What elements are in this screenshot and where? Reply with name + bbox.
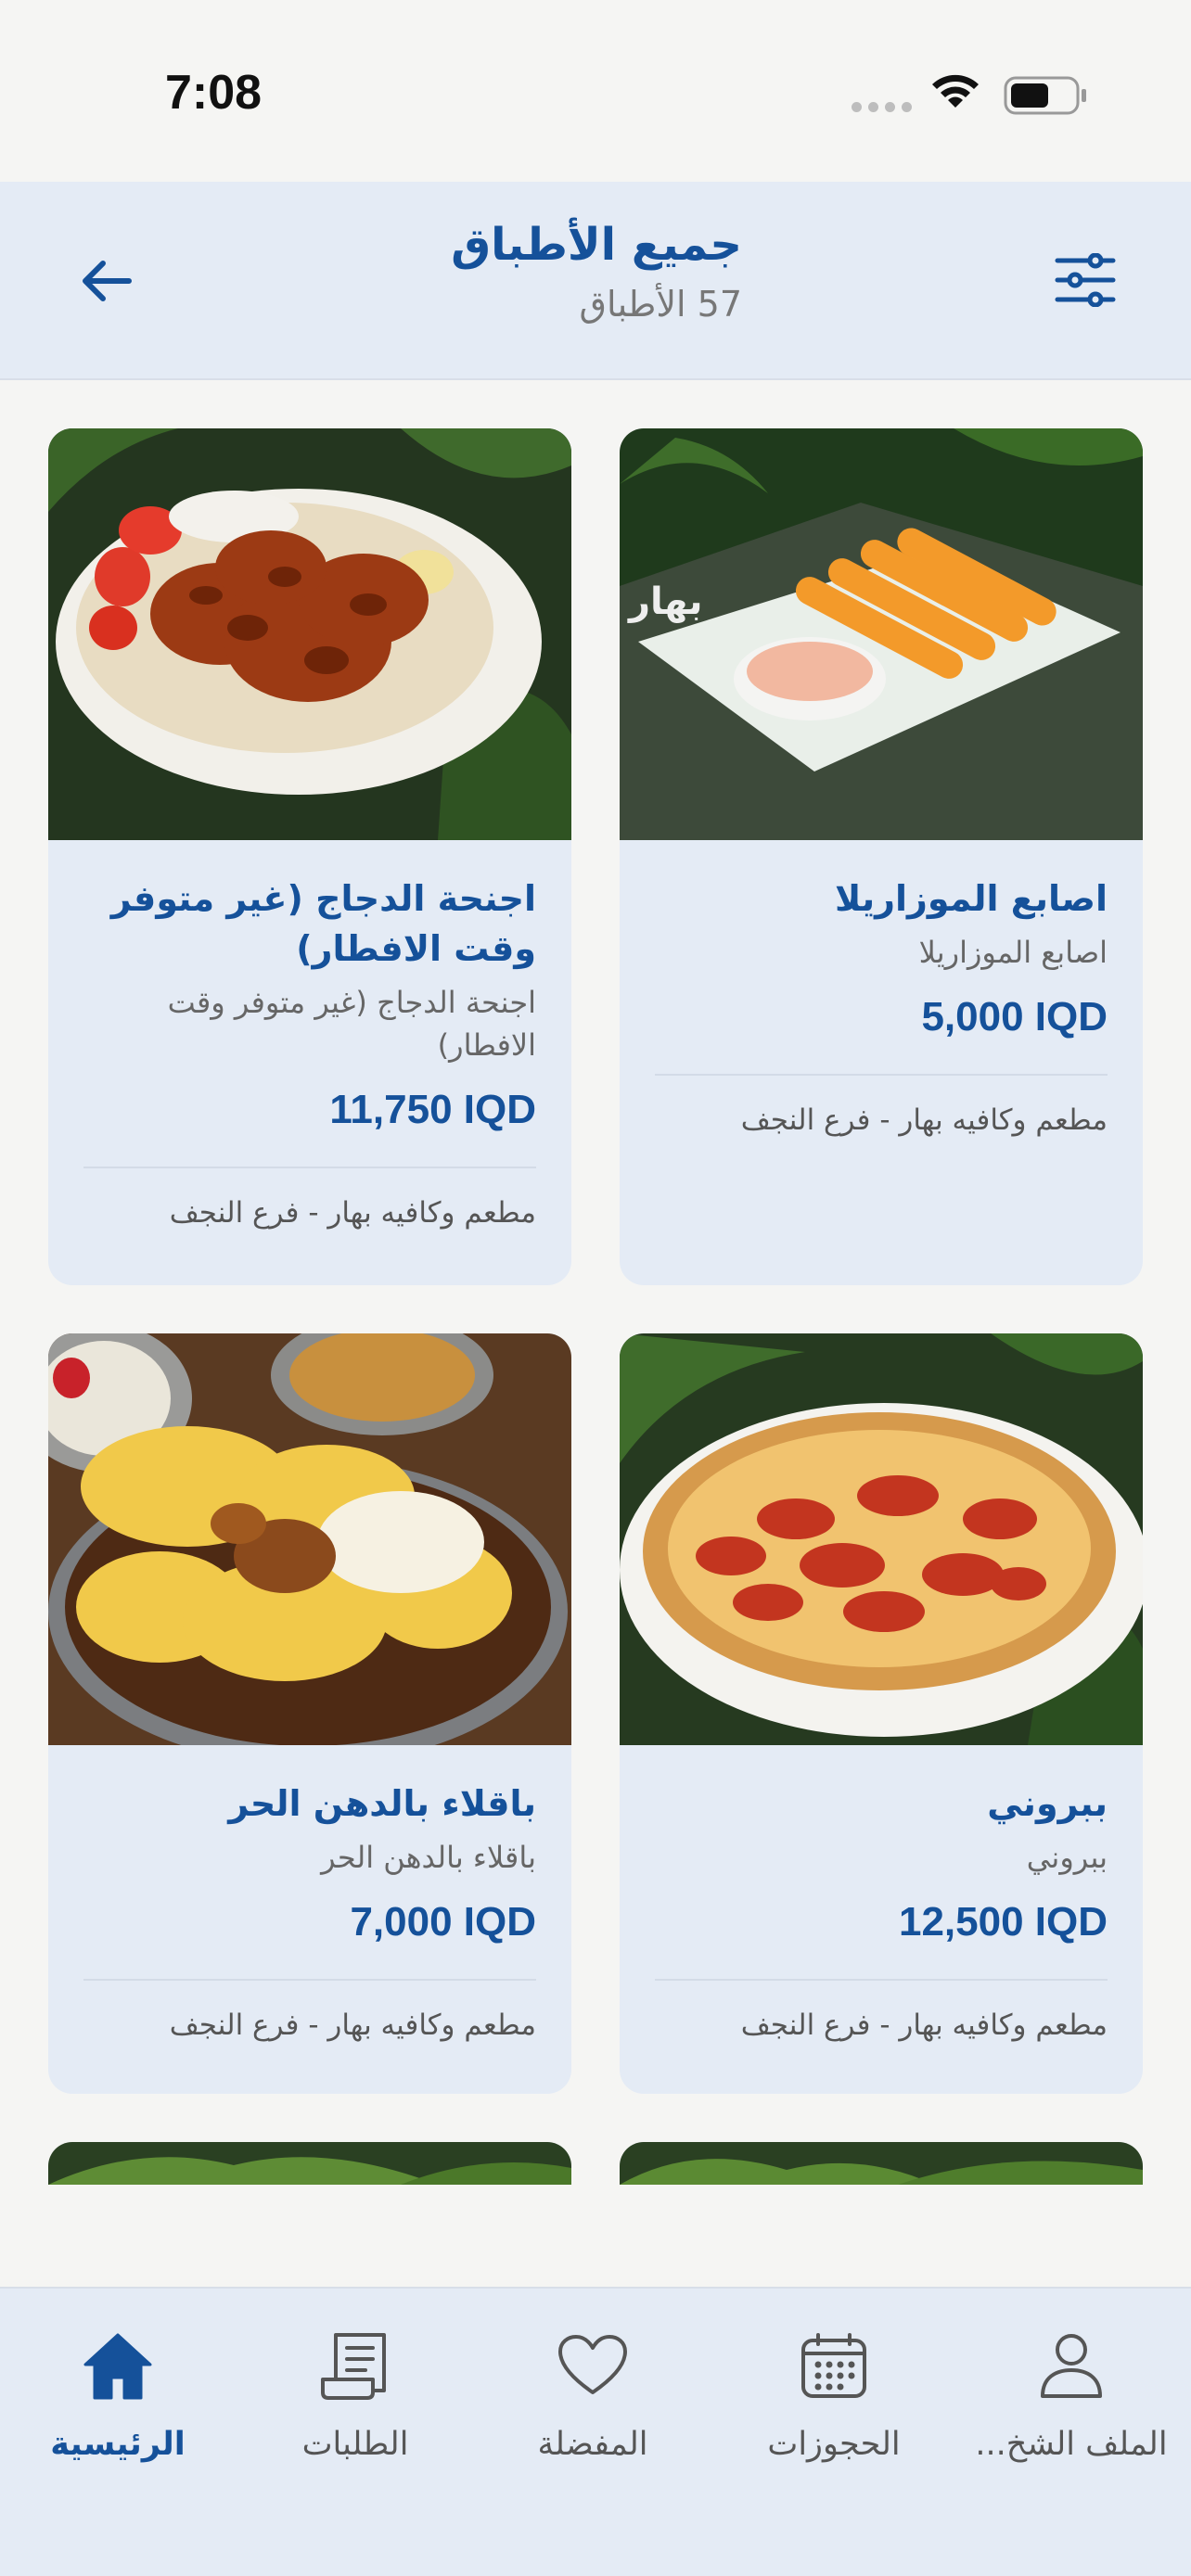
restaurant-name: مطعم وكافيه بهار - فرع النجف (740, 1103, 1108, 1137)
divider (655, 1979, 1108, 1981)
tab-favorites[interactable]: المفضلة (486, 2326, 699, 2483)
dish-price: 5,000 IQD (921, 994, 1108, 1039)
dish-description: باقلاء بالدهن الحر (321, 1840, 536, 1875)
dish-image-partial (620, 2142, 1143, 2185)
dish-image-pepperoni-pizza (620, 1333, 1143, 1745)
sliders-icon (1055, 253, 1116, 307)
divider (83, 1979, 536, 1981)
dish-card-body: باقلاء بالدهن الحر باقلاء بالدهن الحر 7,… (48, 1745, 571, 2042)
battery-icon (1004, 76, 1086, 115)
receipt-icon (321, 2333, 386, 2400)
tab-label: الرئيسية (50, 2426, 186, 2463)
dish-name: باقلاء بالدهن الحر (228, 1783, 536, 1824)
dish-card[interactable]: ﺑﻬﺎﺭ اصابع الموزاريلا اصابع الموزاريلا 5… (620, 428, 1143, 1285)
dish-description: اصابع الموزاريلا (918, 935, 1108, 970)
bottom-tab-bar: الرئيسية الطلبات المفضلة الحجوزات الملف … (0, 2287, 1191, 2576)
cellular-signal-icon (852, 102, 912, 112)
dish-name: ببروني (987, 1783, 1108, 1824)
home-icon (83, 2333, 152, 2400)
tab-bookings[interactable]: الحجوزات (727, 2326, 941, 2483)
status-time: 7:08 (165, 66, 263, 120)
status-bar: 7:08 (0, 0, 1191, 182)
arrow-left-icon (83, 261, 132, 301)
dish-image-mozzarella-sticks: ﺑﻬﺎﺭ (620, 428, 1143, 840)
dish-card[interactable]: ببروني ببروني 12,500 IQD مطعم وكافيه بها… (620, 1333, 1143, 2094)
restaurant-name: مطعم وكافيه بهار - فرع النجف (740, 2009, 1108, 2042)
profile-icon (1041, 2334, 1102, 2398)
tab-label: الحجوزات (767, 2426, 901, 2463)
page-header: جميع الأطباق 57 الأطباق (0, 182, 1191, 380)
calendar-icon (801, 2333, 866, 2398)
tab-profile[interactable]: الملف الشخ... (965, 2326, 1178, 2483)
dish-card-body: اجنحة الدجاج (غير متوفر وقت الافطار) اجن… (48, 840, 571, 1230)
header-title-block: جميع الأطباق 57 الأطباق (186, 219, 742, 325)
tab-label: الملف الشخ... (975, 2426, 1168, 2463)
tab-label: الطلبات (301, 2426, 409, 2463)
dishes-grid: ﺑﻬﺎﺭ اصابع الموزاريلا اصابع الموزاريلا 5… (0, 380, 1191, 2185)
dish-image-chicken-wings (48, 428, 571, 840)
divider (655, 1074, 1108, 1076)
dish-image-fava-beans (48, 1333, 571, 1745)
back-button[interactable] (74, 249, 139, 313)
dish-name: اصابع الموزاريلا (835, 878, 1108, 919)
dish-card-partial[interactable] (48, 2142, 571, 2185)
svg-text:ﺑﻬﺎﺭ: ﺑﻬﺎﺭ (627, 580, 702, 623)
dish-name: اجنحة الدجاج (غير متوفر وقت الافطار) (110, 878, 536, 969)
dish-card-partial[interactable] (620, 2142, 1143, 2185)
page-title: جميع الأطباق (451, 219, 742, 271)
restaurant-name: مطعم وكافيه بهار - فرع النجف (169, 1196, 536, 1230)
restaurant-name: مطعم وكافيه بهار - فرع النجف (169, 2009, 536, 2042)
dish-description: اجنحة الدجاج (غير متوفر وقت الافطار) (167, 985, 536, 1063)
filter-button[interactable] (1048, 243, 1122, 317)
dish-price: 11,750 IQD (329, 1087, 536, 1132)
dish-card[interactable]: اجنحة الدجاج (غير متوفر وقت الافطار) اجن… (48, 428, 571, 1285)
dish-card-body: ببروني ببروني 12,500 IQD مطعم وكافيه بها… (620, 1745, 1143, 2042)
wifi-icon (932, 74, 979, 108)
dish-card-body: اصابع الموزاريلا اصابع الموزاريلا 5,000 … (620, 840, 1143, 1137)
tab-label: المفضلة (537, 2426, 648, 2463)
tab-orders[interactable]: الطلبات (249, 2326, 462, 2483)
dish-price: 12,500 IQD (898, 1899, 1108, 1945)
tab-home[interactable]: الرئيسية (11, 2326, 224, 2483)
dish-price: 7,000 IQD (350, 1899, 536, 1945)
dish-card[interactable]: باقلاء بالدهن الحر باقلاء بالدهن الحر 7,… (48, 1333, 571, 2094)
dish-description: ببروني (1026, 1840, 1108, 1875)
heart-icon (558, 2335, 627, 2394)
divider (83, 1167, 536, 1168)
dish-image-partial (48, 2142, 571, 2185)
dish-count: 57 الأطباق (579, 284, 742, 325)
